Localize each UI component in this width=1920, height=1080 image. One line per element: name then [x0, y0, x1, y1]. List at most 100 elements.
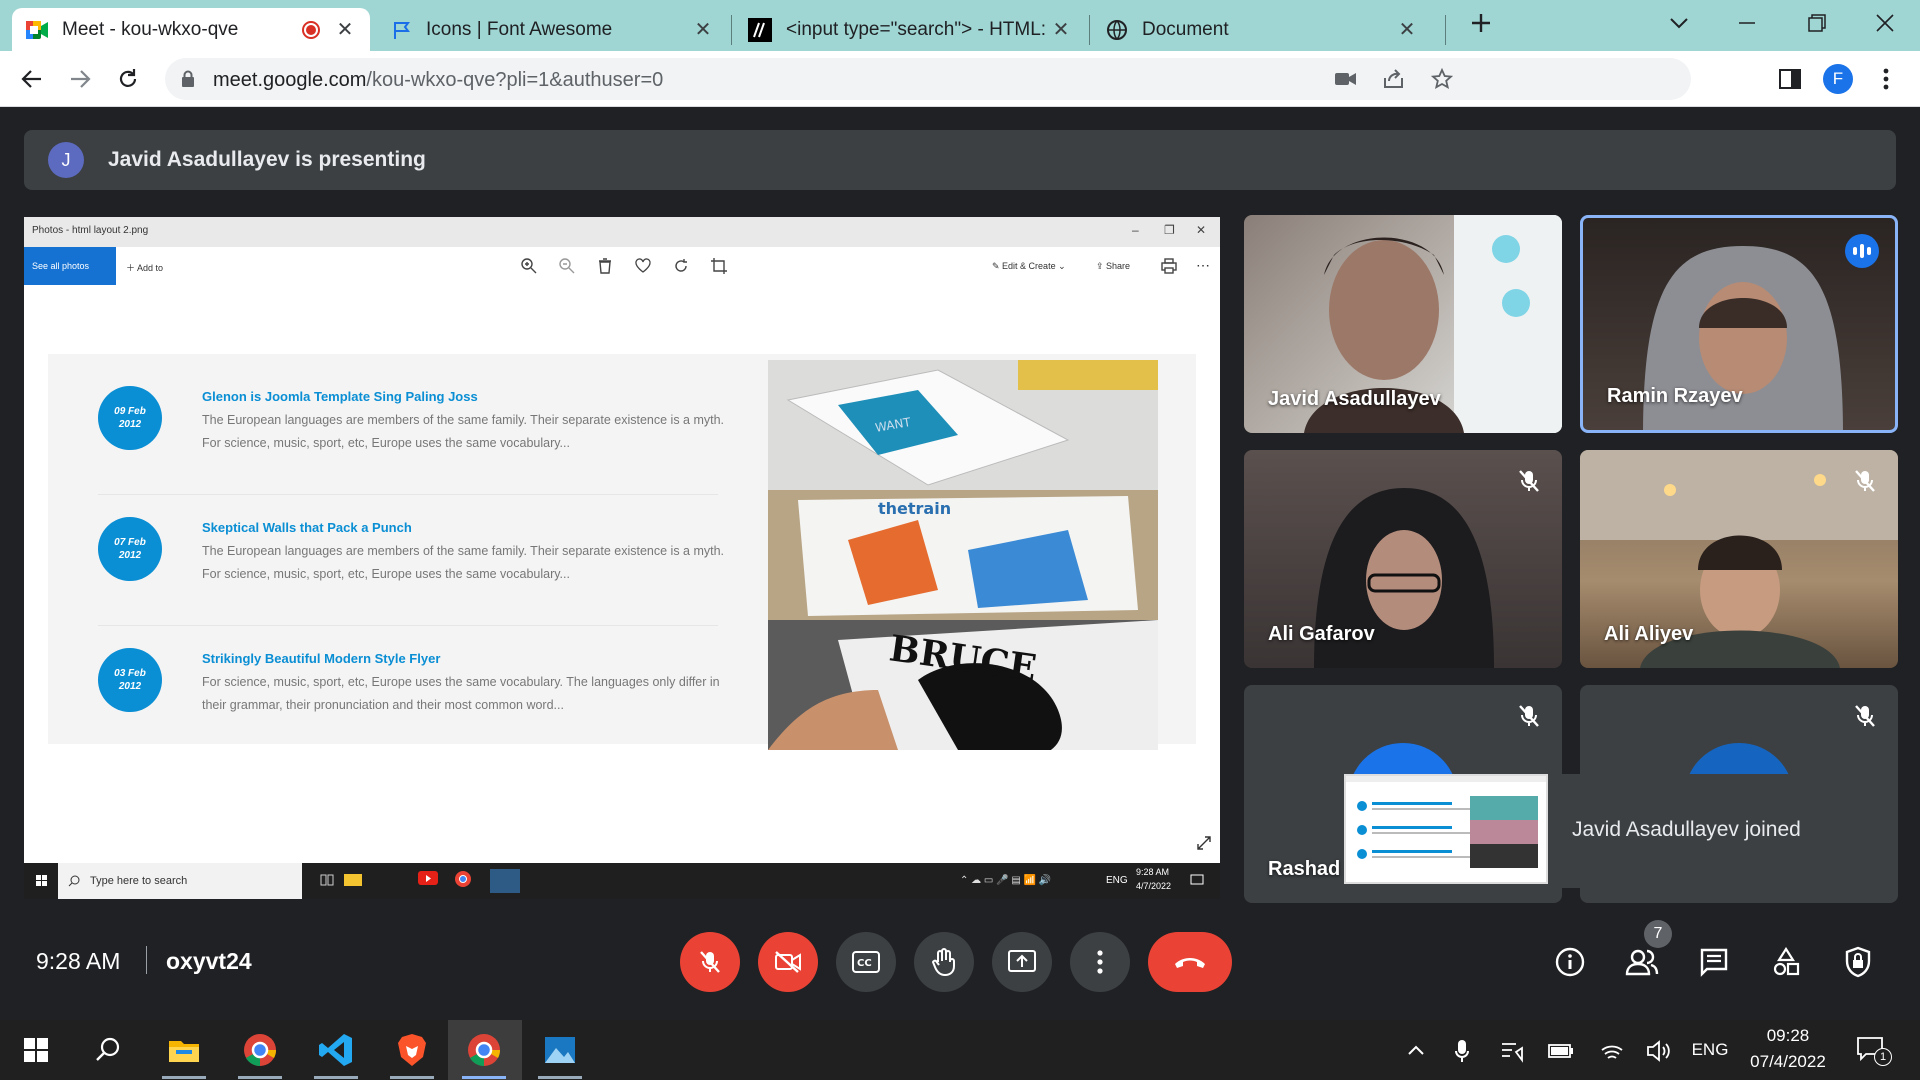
kebab-menu-icon [1097, 950, 1103, 974]
vscode-icon [319, 1034, 352, 1066]
speaking-indicator-icon [1845, 234, 1879, 268]
meeting-details-button[interactable] [1548, 940, 1592, 984]
close-icon[interactable]: ✕ [334, 19, 356, 41]
bookmark-star-icon[interactable] [1431, 68, 1453, 90]
chrome-icon [468, 1034, 501, 1067]
tab-document[interactable]: Document ✕ [1092, 8, 1432, 51]
profile-button[interactable]: F [1820, 61, 1856, 97]
host-controls-button[interactable] [1836, 940, 1880, 984]
share-button: ⇪ Share [1096, 261, 1131, 271]
people-icon [1625, 949, 1659, 976]
post-image-bruce: BRUCE [768, 620, 1158, 750]
captions-button[interactable]: CC [836, 932, 896, 992]
close-icon[interactable]: ✕ [692, 19, 714, 41]
running-indicator [538, 1076, 582, 1079]
post-image-brochure: WANT [768, 360, 1158, 490]
share-icon[interactable] [1383, 69, 1405, 89]
system-time[interactable]: 09:28 [1746, 1026, 1830, 1046]
reload-button[interactable] [110, 61, 146, 97]
list-item: 07 Feb 2012 Skeptical Walls that Pack a P… [48, 495, 738, 626]
more-options-button[interactable] [1070, 932, 1130, 992]
present-now-button[interactable] [992, 932, 1052, 992]
tray-time: 9:28 AM [1136, 867, 1170, 877]
post-image-magazine: thetrain [768, 490, 1158, 620]
blog-layout-image: 09 Feb 2012 Glenon is Joomla Template Sin… [48, 354, 1196, 750]
heart-icon [635, 258, 651, 273]
omnibox[interactable]: meet.google.com/kou-wkxo-qve?pli=1&authu… [165, 58, 1691, 100]
chat-icon [1700, 948, 1728, 977]
svg-text:thetrain: thetrain [878, 499, 951, 518]
people-count-badge: 7 [1644, 920, 1672, 948]
file-explorer-button[interactable] [164, 1030, 204, 1070]
tab-font-awesome[interactable]: Icons | Font Awesome ✕ [378, 8, 728, 51]
microphone-toggle-button[interactable] [680, 932, 740, 992]
recording-icon [302, 20, 320, 39]
more-icon: ⋯ [1196, 257, 1210, 273]
shared-windows-taskbar: Type here to search ⌃ ☁ ▭ 🎤 ▤ 📶 🔊 ENG 9:… [24, 863, 1220, 899]
print-icon [1161, 258, 1177, 274]
participant-tile[interactable]: Ali Aliyev [1580, 450, 1898, 668]
minimize-icon [1739, 22, 1755, 24]
close-icon[interactable]: ✕ [1396, 19, 1418, 41]
hang-up-icon [1175, 958, 1205, 968]
url-text[interactable]: meet.google.com/kou-wkxo-qve?pli=1&authu… [213, 69, 663, 92]
close-window-button[interactable] [1850, 0, 1920, 46]
tab-mdn[interactable]: <input type="search"> - HTML: I ✕ [734, 8, 1086, 51]
chrome-button[interactable] [240, 1030, 280, 1070]
participant-tile[interactable]: Ali Gafarov [1244, 450, 1562, 668]
presentation-thumbnail [1344, 774, 1548, 884]
post-title: Skeptical Walls that Pack a Punch [202, 520, 412, 535]
microphone-icon [1455, 1040, 1469, 1062]
add-to-button: ＋ Add to [126, 263, 164, 273]
lock-icon [181, 70, 195, 88]
chevron-up-icon [1408, 1045, 1424, 1055]
tab-meet[interactable]: Meet - kou-wkxo-qve ✕ [12, 8, 370, 51]
system-date[interactable]: 07/4/2022 [1740, 1052, 1836, 1072]
brave-button[interactable] [392, 1030, 432, 1070]
divider [146, 946, 147, 974]
participant-tile[interactable]: Ramin Rzayev [1580, 215, 1898, 433]
chrome-active-button[interactable] [464, 1030, 504, 1070]
restore-button[interactable] [1782, 0, 1852, 46]
new-tab-button[interactable] [1446, 0, 1516, 46]
zoom-out-icon [559, 258, 575, 274]
close-icon[interactable]: ✕ [1050, 19, 1072, 41]
raise-hand-button[interactable] [914, 932, 974, 992]
tray-icons: ⌃ ☁ ▭ 🎤 ▤ 📶 🔊 [960, 875, 1052, 886]
tab-title: Icons | Font Awesome [426, 18, 613, 40]
action-center-button[interactable]: 1 [1854, 1034, 1894, 1068]
edit-create-button: ✎ Edit & Create ⌄ [992, 261, 1066, 271]
closed-captions-icon: CC [852, 951, 880, 973]
post-text: The European languages are members of th… [202, 413, 725, 450]
photos-button[interactable] [540, 1030, 580, 1070]
shared-screen[interactable]: Photos - html layout 2.png – ❐ ✕ See all… [24, 217, 1220, 899]
back-button[interactable] [14, 61, 50, 97]
taskbar-search-button[interactable] [88, 1030, 128, 1070]
forward-button[interactable] [62, 61, 98, 97]
start-button[interactable] [16, 1030, 56, 1070]
tab-divider [1089, 15, 1090, 45]
leave-call-button[interactable] [1148, 932, 1232, 992]
activities-button[interactable] [1764, 940, 1808, 984]
restore-icon [1808, 14, 1826, 32]
minimize-button[interactable] [1712, 0, 1782, 46]
date-badge: 07 Feb 2012 [98, 517, 162, 581]
vscode-button[interactable] [316, 1030, 356, 1070]
running-indicator [238, 1076, 282, 1079]
side-panel-button[interactable] [1772, 61, 1808, 97]
date-badge: 03 Feb 2012 [98, 648, 162, 712]
running-indicator [162, 1076, 206, 1079]
windows-taskbar: ENG 09:28 07/4/2022 1 [0, 1020, 1920, 1080]
participant-tile[interactable]: Javid Asadullayev [1244, 215, 1562, 433]
chat-button[interactable] [1692, 940, 1736, 984]
folder-icon [169, 1041, 199, 1062]
input-language[interactable]: ENG [1690, 1040, 1730, 1060]
join-notification[interactable]: Javid Asadullayev joined [1344, 774, 1884, 888]
browser-menu-button[interactable] [1868, 61, 1904, 97]
camera-blocked-icon[interactable] [1335, 70, 1357, 88]
tab-search-button[interactable] [1644, 0, 1714, 46]
camera-toggle-button[interactable] [758, 932, 818, 992]
zoom-in-icon [521, 258, 537, 274]
kebab-menu-icon [1883, 68, 1889, 90]
participant-name: Ramin Rzayev [1607, 385, 1743, 407]
